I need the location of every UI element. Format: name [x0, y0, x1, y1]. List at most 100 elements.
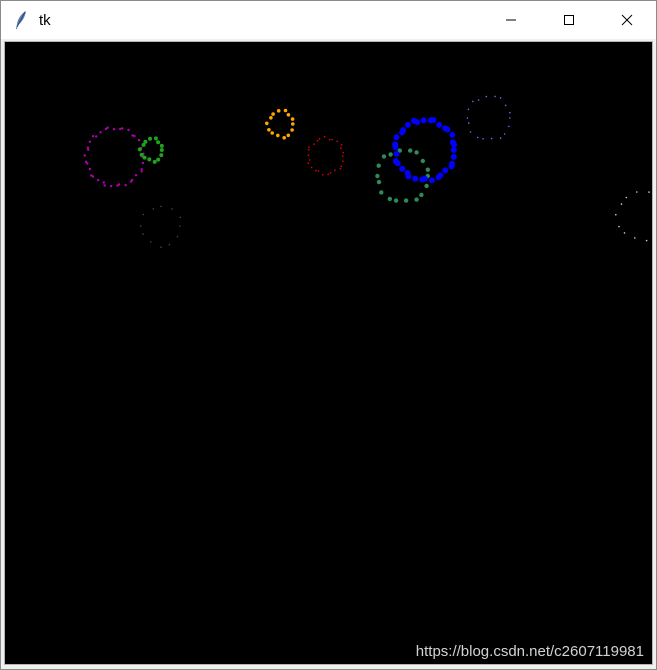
firework-particle: [129, 180, 133, 183]
firework-particle: [412, 175, 419, 182]
firework-particle: [328, 138, 331, 141]
firework-particle: [267, 128, 271, 132]
firework-particle: [271, 112, 275, 116]
firework-particle: [286, 113, 291, 117]
firework-particle: [134, 174, 138, 177]
firework-particle: [448, 163, 455, 170]
firework-particle: [316, 139, 319, 142]
firework-particle: [321, 174, 324, 176]
firework-particle: [153, 136, 158, 141]
firework-particle: [127, 128, 130, 132]
fireworks-canvas[interactable]: https://blog.csdn.net/c2607119981: [4, 41, 653, 665]
firework-particle: [142, 233, 144, 235]
firework-particle: [393, 198, 399, 203]
firework-particle: [318, 137, 321, 140]
firework-particle: [468, 122, 470, 124]
firework-particle: [623, 232, 626, 234]
firework-particle: [508, 125, 510, 128]
firework-particle: [137, 138, 141, 142]
firework-particle: [90, 174, 93, 177]
firework-particle: [340, 143, 343, 146]
title-bar[interactable]: tk: [1, 1, 656, 39]
watermark: https://blog.csdn.net/c2607119981: [415, 643, 644, 660]
firework-particle: [634, 237, 636, 239]
firework-particle: [392, 158, 399, 165]
firework-particle: [341, 155, 344, 157]
close-button[interactable]: [598, 1, 656, 39]
firework-particle: [393, 134, 400, 141]
firework-particle: [449, 131, 456, 138]
firework-particle: [376, 163, 381, 168]
firework-particle: [444, 126, 451, 133]
firework-particle: [420, 117, 427, 124]
firework-particle: [420, 158, 425, 164]
firework-particle: [435, 174, 442, 181]
firework-particle: [477, 99, 480, 101]
firework-particle: [159, 153, 164, 158]
firework-particle: [404, 170, 411, 176]
firework-particle: [121, 127, 124, 130]
firework-particle: [329, 172, 332, 174]
firework-particle: [331, 138, 334, 141]
close-icon: [621, 14, 633, 26]
firework-particle: [379, 190, 384, 195]
lightblue-burst: [615, 191, 650, 242]
firework-particle: [333, 169, 336, 172]
firework-particle: [291, 122, 295, 126]
firework-particle: [466, 117, 469, 119]
firework-particle: [625, 196, 628, 199]
firework-particle: [429, 177, 435, 184]
firework-particle: [148, 136, 152, 141]
firework-particle: [150, 241, 152, 243]
firework-particle: [276, 109, 281, 113]
firework-particle: [88, 167, 92, 171]
firework-particle: [376, 179, 382, 185]
firework-particle: [342, 160, 344, 162]
firework-particle: [403, 198, 409, 203]
firework-particle: [290, 128, 294, 132]
firework-particle: [119, 127, 122, 131]
firework-particle: [156, 157, 161, 162]
firework-particle: [485, 95, 488, 98]
firework-particle: [636, 191, 638, 193]
firework-particle: [414, 119, 421, 126]
firework-particle: [265, 121, 269, 126]
firework-particle: [509, 111, 511, 114]
firework-particle: [99, 131, 102, 134]
firework-particle: [645, 239, 648, 242]
firework-particle: [109, 184, 113, 188]
seagreen-burst: [375, 148, 430, 203]
firework-particle: [139, 152, 144, 157]
window-title: tk: [39, 11, 51, 29]
firework-particle: [404, 121, 411, 128]
firework-particle: [112, 128, 116, 131]
firework-particle: [103, 184, 106, 187]
firework-particle: [503, 133, 506, 135]
firework-particle: [286, 133, 291, 138]
firework-particle: [424, 183, 429, 189]
firework-particle: [469, 131, 472, 133]
firework-particle: [307, 154, 310, 156]
firework-particle: [143, 139, 148, 144]
firework-particle: [388, 152, 393, 157]
firework-particle: [276, 133, 280, 138]
firework-particle: [84, 160, 88, 163]
slateblue-burst: [466, 95, 511, 140]
firework-particle: [442, 167, 449, 174]
firework-particle: [160, 205, 162, 208]
firework-particle: [290, 117, 295, 121]
minimize-button[interactable]: [482, 1, 540, 39]
purple-burst: [83, 126, 145, 188]
maximize-button[interactable]: [540, 1, 598, 39]
firework-particle: [339, 167, 342, 170]
firework-particle: [137, 147, 142, 152]
firework-particle: [102, 181, 106, 184]
firework-particle: [176, 235, 179, 238]
firework-particle: [477, 136, 479, 139]
firework-particle: [615, 213, 617, 216]
faint-green-burst: [139, 205, 182, 248]
firework-particle: [451, 141, 458, 148]
firework-particle: [106, 126, 109, 129]
firework-particle: [168, 243, 171, 246]
firework-particle: [425, 167, 430, 172]
